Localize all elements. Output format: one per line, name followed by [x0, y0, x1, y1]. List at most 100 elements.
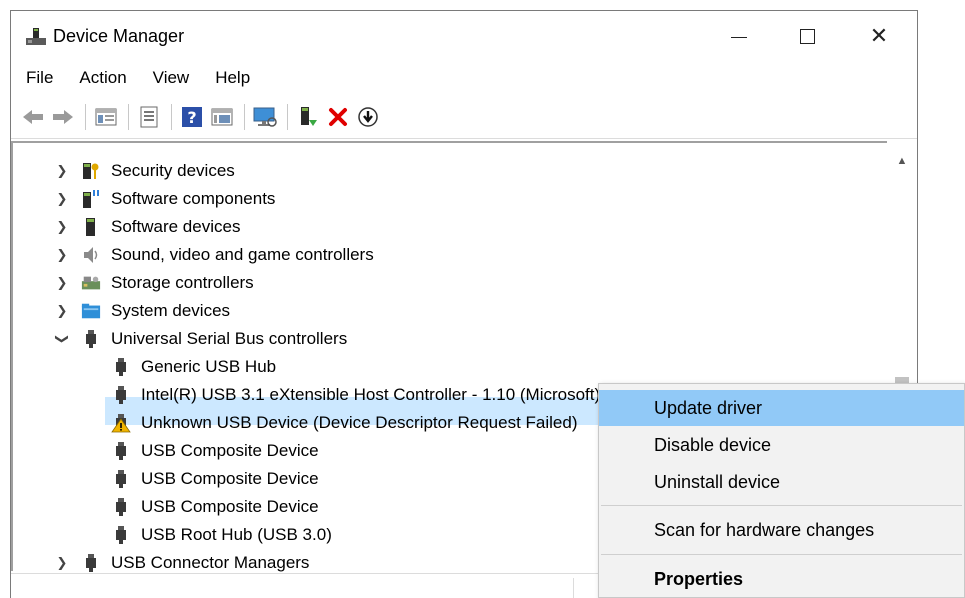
usb-warning-icon — [111, 413, 131, 433]
minimize-icon — [731, 36, 747, 38]
tree-item-usb-composite-device[interactable]: USB Composite Device — [13, 465, 613, 493]
expand-icon[interactable]: ❯ — [55, 191, 69, 207]
properties-button[interactable] — [135, 102, 163, 132]
expand-icon[interactable]: ❯ — [55, 163, 69, 179]
tree-item-unknown-usb-device[interactable]: Unknown USB Device (Device Descriptor Re… — [13, 409, 613, 437]
tree-item-label: Software components — [111, 189, 276, 208]
view-icon — [211, 108, 233, 125]
properties-icon — [95, 108, 117, 125]
maximize-button[interactable] — [773, 11, 841, 61]
expand-icon[interactable]: ❯ — [55, 303, 69, 319]
help-icon: ? — [182, 106, 202, 127]
tree-item-label: USB Composite Device — [141, 441, 319, 460]
uninstall-icon — [329, 107, 347, 126]
help-button[interactable]: ? — [178, 102, 206, 132]
tree-item-label: USB Connector Managers — [111, 553, 310, 572]
toolbar-separator — [287, 103, 288, 130]
expand-icon[interactable]: ❯ — [55, 555, 69, 571]
menu-file[interactable]: File — [11, 68, 66, 88]
security-key-icon — [81, 161, 101, 181]
usb-plug-icon — [111, 385, 131, 405]
tree-item-label: USB Composite Device — [141, 469, 319, 488]
update-driver-list-icon — [140, 106, 158, 127]
usb-plug-icon — [81, 329, 101, 349]
tree-item-label: Software devices — [111, 217, 241, 236]
update-driver-button[interactable] — [354, 102, 382, 132]
software-component-icon — [81, 189, 101, 209]
tree-item-software-components[interactable]: ❯ Software components — [13, 185, 613, 213]
menu-separator — [601, 505, 962, 506]
tree-item-label: Sound, video and game controllers — [111, 245, 374, 264]
software-device-icon — [81, 217, 101, 237]
expand-icon[interactable]: ❯ — [55, 219, 69, 235]
usb-plug-icon — [111, 357, 131, 377]
minimize-button[interactable] — [705, 11, 773, 61]
show-hide-console-tree-button[interactable] — [92, 102, 120, 132]
tree-item-sound-video-game[interactable]: ❯ Sound, video and game controllers — [13, 241, 613, 269]
usb-plug-icon — [111, 441, 131, 461]
svg-text:?: ? — [187, 108, 196, 127]
back-button[interactable] — [19, 102, 47, 132]
forward-button[interactable] — [49, 102, 77, 132]
tree-item-label: Generic USB Hub — [141, 357, 277, 376]
tree-item-storage-controllers[interactable]: ❯ Storage controllers — [13, 269, 613, 297]
enable-device-button[interactable] — [294, 102, 322, 132]
tree-item-intel-usb-host-controller[interactable]: Intel(R) USB 3.1 eXtensible Host Control… — [13, 381, 613, 409]
storage-controller-icon — [81, 273, 101, 293]
enable-device-icon — [301, 106, 317, 126]
scan-hardware-icon — [253, 107, 277, 127]
tree-item-usb-root-hub[interactable]: USB Root Hub (USB 3.0) — [13, 521, 613, 549]
menu-scan-hardware[interactable]: Scan for hardware changes — [599, 512, 964, 548]
menu-action[interactable]: Action — [66, 68, 139, 88]
tree-item-label: USB Composite Device — [141, 497, 319, 516]
status-divider — [573, 578, 574, 598]
tree-item-software-devices[interactable]: ❯ Software devices — [13, 213, 613, 241]
download-icon — [358, 106, 378, 127]
menu-uninstall-device[interactable]: Uninstall device — [599, 464, 964, 500]
tree-item-label: System devices — [111, 301, 231, 320]
close-icon: ✕ — [869, 23, 889, 49]
menu-help[interactable]: Help — [202, 68, 263, 88]
window-title: Device Manager — [53, 26, 185, 46]
speaker-icon — [81, 245, 101, 265]
tree-item-label: Universal Serial Bus controllers — [111, 329, 348, 348]
collapse-icon[interactable]: ❯ — [54, 332, 70, 346]
toolbar-separator — [85, 103, 86, 130]
scan-hardware-button[interactable] — [251, 102, 279, 132]
maximize-icon — [799, 28, 815, 44]
tree-item-usb-controllers[interactable]: ❯ Universal Serial Bus controllers — [13, 325, 613, 353]
menu-disable-device[interactable]: Disable device — [599, 427, 964, 463]
expand-icon[interactable]: ❯ — [55, 247, 69, 263]
toolbar-separator — [128, 103, 129, 130]
toolbar-separator — [244, 103, 245, 130]
menu-bar: File Action View Help — [11, 63, 917, 93]
back-arrow-icon — [23, 109, 43, 124]
tree-item-usb-composite-device[interactable]: USB Composite Device — [13, 493, 613, 521]
menu-view[interactable]: View — [140, 68, 203, 88]
device-manager-app-icon — [26, 28, 46, 45]
menu-update-driver[interactable]: Update driver — [599, 390, 964, 426]
system-folder-icon — [81, 301, 101, 321]
uninstall-device-button[interactable] — [324, 102, 352, 132]
tree-item-label: USB Root Hub (USB 3.0) — [141, 525, 332, 544]
toolbar: ? — [11, 95, 917, 139]
tree-item-security-devices[interactable]: ❯ Security devices — [13, 157, 613, 185]
menu-separator — [601, 554, 962, 555]
usb-plug-icon — [81, 553, 101, 573]
view-button[interactable] — [208, 102, 236, 132]
forward-arrow-icon — [53, 109, 73, 124]
expand-icon[interactable]: ❯ — [55, 275, 69, 291]
close-button[interactable]: ✕ — [845, 11, 913, 61]
usb-plug-icon — [111, 525, 131, 545]
title-bar[interactable]: Device Manager ✕ — [11, 11, 917, 63]
menu-properties[interactable]: Properties — [599, 561, 964, 597]
context-menu: Update driver Disable device Uninstall d… — [598, 383, 965, 598]
scroll-up-arrow-icon[interactable]: ▲ — [887, 155, 917, 171]
tree-item-generic-usb-hub[interactable]: Generic USB Hub — [13, 353, 613, 381]
tree-item-system-devices[interactable]: ❯ System devices — [13, 297, 613, 325]
usb-plug-icon — [111, 497, 131, 517]
tree-item-usb-composite-device[interactable]: USB Composite Device — [13, 437, 613, 465]
tree-item-label: Unknown USB Device (Device Descriptor Re… — [141, 413, 578, 432]
tree-item-label: Intel(R) USB 3.1 eXtensible Host Control… — [141, 385, 601, 404]
tree-item-label: Storage controllers — [111, 273, 254, 292]
